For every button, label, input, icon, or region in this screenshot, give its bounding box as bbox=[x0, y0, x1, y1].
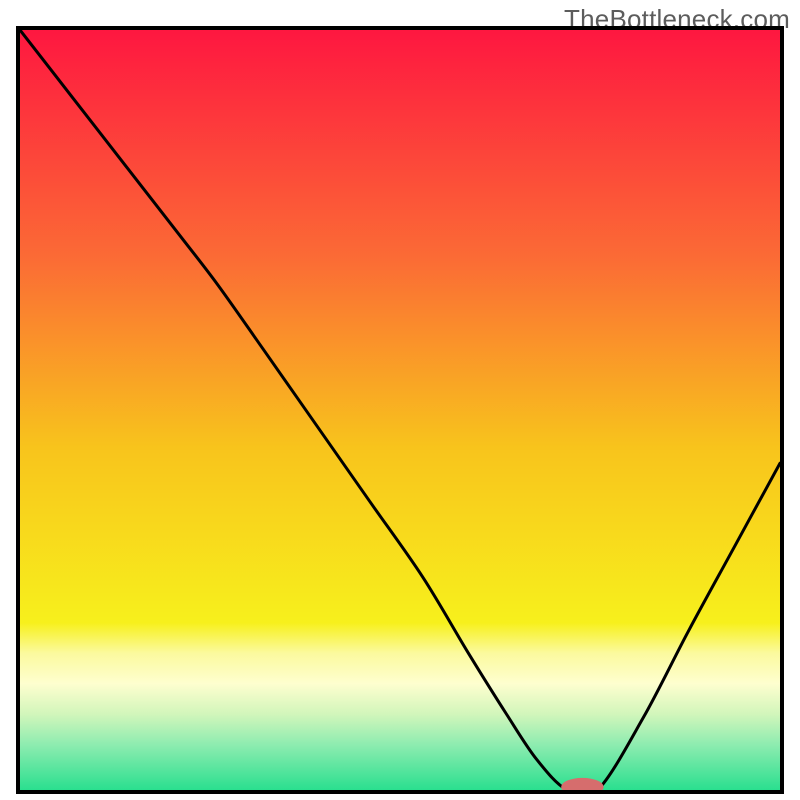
bottleneck-chart bbox=[0, 0, 800, 800]
chart-stage: TheBottleneck.com bbox=[0, 0, 800, 800]
